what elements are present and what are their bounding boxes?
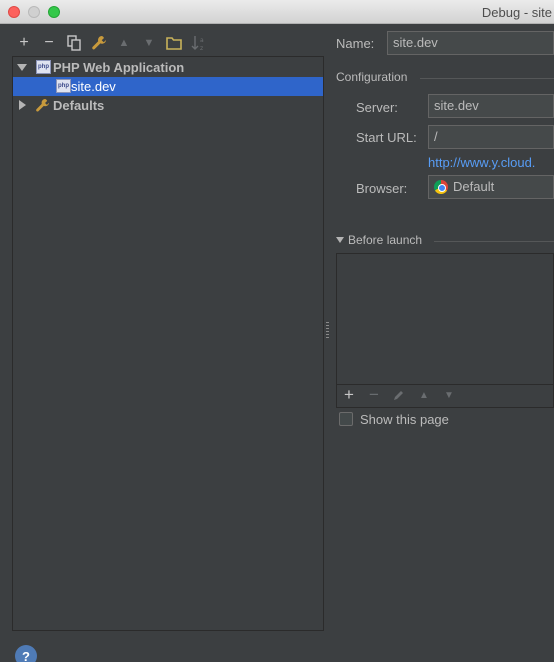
move-task-up-button[interactable]: ▲: [416, 386, 432, 404]
minimize-window-button[interactable]: [28, 6, 40, 18]
arrow-up-icon: ▲: [118, 37, 130, 49]
section-divider: [434, 241, 554, 242]
collapse-arrow-icon[interactable]: [19, 100, 26, 110]
tree-item-label: Defaults: [53, 98, 105, 113]
start-url-label: Start URL:: [356, 130, 417, 145]
plus-icon: +: [19, 34, 29, 51]
add-configuration-button[interactable]: +: [15, 34, 33, 52]
show-page-checkbox[interactable]: [339, 412, 353, 426]
wrench-icon: [36, 98, 50, 112]
server-label: Server:: [356, 100, 398, 115]
tree-item-site-dev[interactable]: php site.dev: [13, 77, 323, 96]
php-icon: php: [36, 60, 51, 74]
tree-item-defaults[interactable]: Defaults: [13, 96, 323, 115]
arrow-down-icon: ▼: [444, 389, 454, 401]
url-preview-link[interactable]: http://www.y.cloud.: [428, 155, 535, 170]
browser-select-value: Default: [453, 179, 495, 194]
edit-defaults-button[interactable]: [90, 34, 108, 52]
minus-icon: −: [369, 385, 379, 404]
sort-az-icon: a z: [191, 36, 204, 51]
server-select[interactable]: site.dev: [428, 94, 554, 118]
sort-configurations-button[interactable]: a z: [190, 34, 208, 52]
move-down-button[interactable]: ▼: [140, 34, 158, 52]
splitter-handle[interactable]: [326, 322, 329, 338]
pencil-icon: [394, 391, 403, 400]
configurations-tree[interactable]: php PHP Web Application php site.dev Def…: [12, 56, 324, 631]
start-url-field[interactable]: /: [428, 125, 554, 149]
tree-item-label: PHP Web Application: [53, 60, 185, 75]
collapse-arrow-icon[interactable]: [336, 237, 344, 243]
tree-item-php-web-application[interactable]: php PHP Web Application: [13, 58, 323, 77]
remove-configuration-button[interactable]: −: [40, 34, 58, 52]
maximize-window-button[interactable]: [48, 6, 60, 18]
remove-task-button[interactable]: −: [366, 385, 382, 404]
move-task-down-button[interactable]: ▼: [441, 386, 457, 404]
question-icon: ?: [22, 648, 30, 662]
minus-icon: −: [44, 34, 54, 51]
plus-icon: +: [344, 385, 354, 404]
expand-arrow-icon[interactable]: [17, 64, 27, 71]
create-folder-button[interactable]: [165, 34, 183, 52]
tree-item-label: site.dev: [71, 79, 116, 94]
svg-text:z: z: [200, 45, 203, 51]
arrow-up-icon: ▲: [419, 389, 429, 401]
chrome-icon: [434, 180, 448, 194]
add-task-button[interactable]: +: [341, 385, 357, 404]
folder-icon: [166, 37, 182, 50]
before-launch-title[interactable]: Before launch: [348, 233, 422, 247]
edit-task-button[interactable]: [391, 386, 407, 404]
copy-icon: [67, 35, 81, 51]
show-page-label: Show this page: [360, 412, 449, 427]
close-window-button[interactable]: [8, 6, 20, 18]
wrench-icon: [92, 36, 106, 50]
window-title: Debug - site: [481, 5, 552, 20]
section-divider: [420, 78, 554, 79]
name-label: Name:: [336, 36, 375, 51]
help-button[interactable]: ?: [15, 645, 37, 662]
copy-configuration-button[interactable]: [65, 34, 83, 52]
name-field[interactable]: site.dev: [387, 31, 554, 55]
title-bar: Debug - site: [0, 0, 554, 24]
move-up-button[interactable]: ▲: [115, 34, 133, 52]
arrow-down-icon: ▼: [143, 37, 155, 49]
php-icon: php: [56, 79, 71, 93]
svg-text:a: a: [200, 37, 204, 44]
browser-label: Browser:: [356, 181, 408, 196]
configuration-section-title: Configuration: [336, 70, 408, 84]
